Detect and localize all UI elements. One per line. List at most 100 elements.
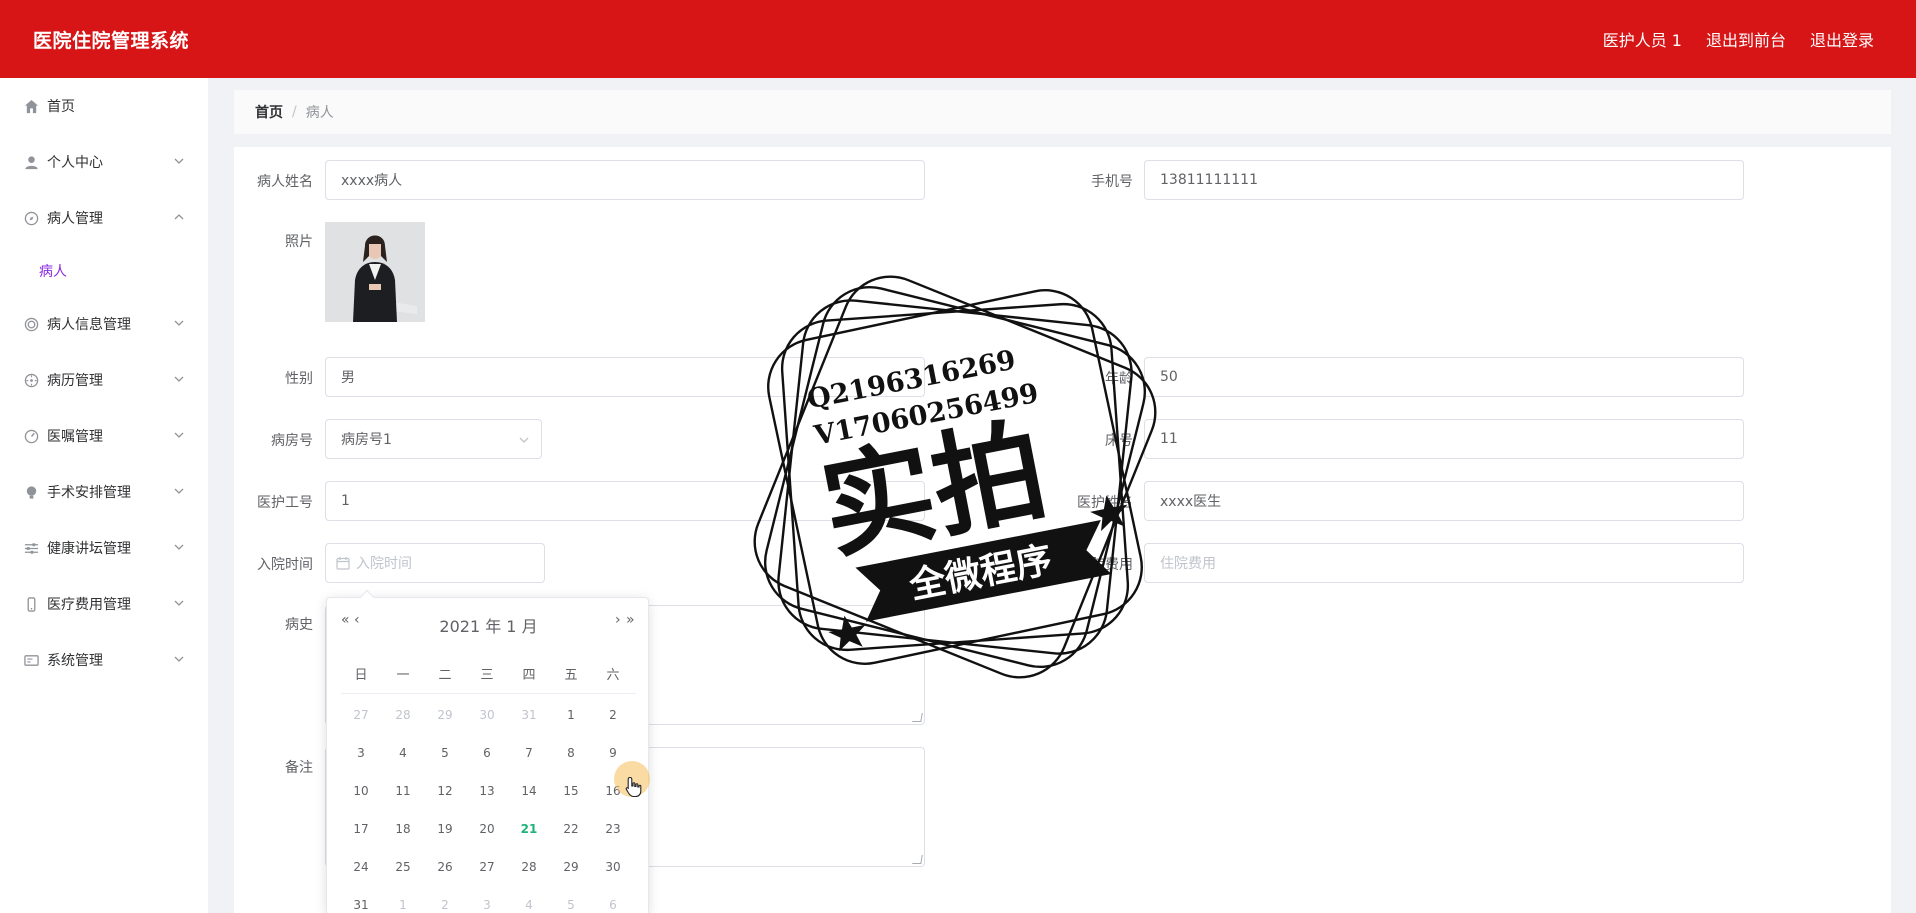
admission-time-label: 入院时间 — [257, 557, 313, 573]
calendar-day[interactable]: 2 — [593, 708, 633, 722]
calendar-day[interactable]: 31 — [509, 708, 549, 722]
sidebar-item-label: 系统管理 — [47, 653, 103, 669]
breadcrumb-home[interactable]: 首页 — [255, 102, 283, 122]
calendar-day[interactable]: 30 — [593, 860, 633, 874]
sidebar-item-label: 手术安排管理 — [47, 485, 131, 501]
patient-photo[interactable] — [325, 222, 425, 322]
chevron-down-icon — [174, 432, 184, 438]
age-input[interactable]: 50 — [1144, 357, 1744, 397]
top-header: 医院住院管理系统 医护人员 1 退出到前台 退出登录 — [0, 0, 1916, 78]
calendar-day[interactable]: 27 — [467, 860, 507, 874]
phone-icon — [22, 595, 40, 613]
calendar-day[interactable]: 20 — [467, 822, 507, 836]
staff-id-input[interactable]: 1 — [325, 481, 925, 521]
sidebar-item-patient-info[interactable]: 病人信息管理 — [0, 296, 208, 352]
calendar-day[interactable]: 14 — [509, 784, 549, 798]
weekday-header: 五 — [564, 668, 578, 683]
gender-input[interactable]: 男 — [325, 357, 925, 397]
phone-input[interactable]: 13811111111 — [1144, 160, 1744, 200]
bed-number-input[interactable]: 11 — [1144, 419, 1744, 459]
room-number-select[interactable]: 病房号1 — [325, 419, 542, 459]
calendar-day[interactable]: 29 — [425, 708, 465, 722]
sidebar-item-medical-record[interactable]: 病历管理 — [0, 352, 208, 408]
calendar-day[interactable]: 12 — [425, 784, 465, 798]
calendar-day[interactable]: 6 — [467, 746, 507, 760]
sidebar-item-medical-fees[interactable]: 医疗费用管理 — [0, 576, 208, 632]
sidebar-item-label: 病人管理 — [47, 211, 103, 227]
calendar-day[interactable]: 17 — [341, 822, 381, 836]
weekday-header: 三 — [480, 668, 494, 683]
calendar-day[interactable]: 10 — [341, 784, 381, 798]
next-year-button[interactable]: » — [626, 612, 635, 628]
fee-input[interactable]: 住院费用 — [1144, 543, 1744, 583]
staff-id-label: 医护工号 — [257, 495, 313, 511]
sidebar-item-patient-management[interactable]: 病人管理 — [0, 190, 208, 246]
weekday-header: 四 — [522, 668, 536, 683]
calendar-day[interactable]: 26 — [425, 860, 465, 874]
calendar-day[interactable]: 5 — [551, 898, 591, 912]
calendar-day[interactable]: 22 — [551, 822, 591, 836]
calendar-day[interactable]: 7 — [509, 746, 549, 760]
calendar-day[interactable]: 31 — [341, 898, 381, 912]
breadcrumb: 首页 / 病人 — [234, 90, 1891, 134]
fee-label: 住院费用 — [1077, 557, 1133, 573]
calendar-day[interactable]: 2 — [425, 898, 465, 912]
patient-name-input[interactable]: xxxx病人 — [325, 160, 925, 200]
calendar-day[interactable]: 11 — [383, 784, 423, 798]
calendar-day[interactable]: 1 — [551, 708, 591, 722]
sidebar-item-system-management[interactable]: 系统管理 — [0, 632, 208, 688]
calendar-day[interactable]: 9 — [593, 746, 633, 760]
calendar-day[interactable]: 24 — [341, 860, 381, 874]
sidebar-item-health-forum[interactable]: 健康讲坛管理 — [0, 520, 208, 576]
chevron-down-icon — [174, 600, 184, 606]
calendar-day[interactable]: 3 — [467, 898, 507, 912]
calendar-day[interactable]: 29 — [551, 860, 591, 874]
calendar-day[interactable]: 19 — [425, 822, 465, 836]
chevron-down-icon — [174, 158, 184, 164]
admission-time-input[interactable]: 入院时间 — [325, 543, 545, 583]
remark-label: 备注 — [285, 760, 313, 776]
current-user-link[interactable]: 医护人员 1 — [1603, 27, 1682, 51]
dial-icon — [22, 371, 40, 389]
calendar-day[interactable]: 1 — [383, 898, 423, 912]
calendar-day[interactable]: 18 — [383, 822, 423, 836]
sidebar-item-surgery[interactable]: 手术安排管理 — [0, 464, 208, 520]
calendar-day[interactable]: 21 — [509, 822, 549, 836]
sidebar-item-label: 病历管理 — [47, 373, 103, 389]
calendar-day[interactable]: 23 — [593, 822, 633, 836]
calendar-day[interactable]: 5 — [425, 746, 465, 760]
calendar-day[interactable]: 4 — [383, 746, 423, 760]
calendar-day[interactable]: 30 — [467, 708, 507, 722]
sidebar-item-home[interactable]: 首页 — [0, 78, 208, 134]
sidebar-subitem-patient[interactable]: 病人 — [0, 246, 208, 296]
calendar-day[interactable]: 8 — [551, 746, 591, 760]
calendar-day[interactable]: 28 — [383, 708, 423, 722]
staff-name-label: 医护姓名 — [1077, 495, 1133, 511]
chevron-down-icon — [174, 376, 184, 382]
chevron-down-icon — [519, 437, 529, 443]
back-to-frontend-link[interactable]: 退出到前台 — [1706, 27, 1786, 51]
calendar-day[interactable]: 3 — [341, 746, 381, 760]
photo-label: 照片 — [285, 234, 313, 250]
sidebar-item-doctor-orders[interactable]: 医嘱管理 — [0, 408, 208, 464]
sidebar-item-personal-center[interactable]: 个人中心 — [0, 134, 208, 190]
patient-name-label: 病人姓名 — [257, 174, 313, 190]
staff-name-input[interactable]: xxxx医生 — [1144, 481, 1744, 521]
gender-label: 性别 — [285, 371, 313, 387]
sidebar-item-label: 病人信息管理 — [47, 317, 131, 333]
date-picker-header[interactable]: 2021 年 1 月 — [327, 613, 650, 637]
home-icon — [22, 97, 40, 115]
hand-cursor-icon — [625, 776, 642, 798]
next-month-button[interactable]: › — [615, 612, 621, 628]
calendar-day[interactable]: 28 — [509, 860, 549, 874]
chevron-down-icon — [174, 544, 184, 550]
calendar-day[interactable]: 25 — [383, 860, 423, 874]
calendar-day[interactable]: 6 — [593, 898, 633, 912]
card-icon — [22, 651, 40, 669]
admission-time-placeholder: 入院时间 — [356, 556, 412, 572]
logout-link[interactable]: 退出登录 — [1810, 27, 1874, 51]
calendar-day[interactable]: 13 — [467, 784, 507, 798]
calendar-day[interactable]: 4 — [509, 898, 549, 912]
calendar-day[interactable]: 27 — [341, 708, 381, 722]
calendar-day[interactable]: 15 — [551, 784, 591, 798]
